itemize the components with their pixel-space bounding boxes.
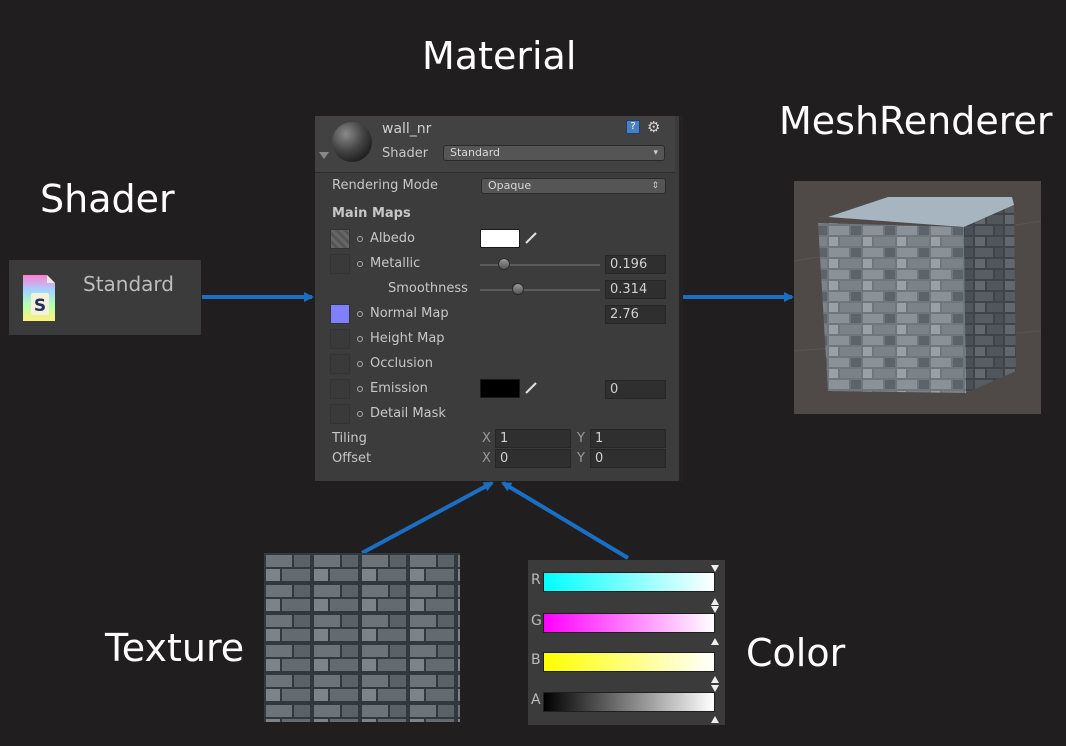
shader-file-icon: S (21, 273, 57, 323)
tiling-y-field[interactable]: 1 (590, 429, 666, 448)
slider-marker-icon[interactable] (711, 685, 719, 692)
material-preview-sphere (332, 122, 372, 162)
arrow-texture-to-material (361, 481, 494, 555)
offset-y-field[interactable]: 0 (590, 449, 666, 468)
shader-dropdown[interactable]: Standard ▾ (443, 145, 665, 161)
channel-g-label: G (531, 613, 542, 629)
rendering-mode-label: Rendering Mode (332, 178, 438, 193)
detail-mask-label: Detail Mask (370, 406, 446, 421)
object-picker-icon[interactable] (357, 361, 363, 367)
smoothness-value-field[interactable]: 0.314 (605, 280, 666, 299)
shader-asset-box[interactable]: S Standard (9, 260, 201, 335)
offset-x-field[interactable]: 0 (495, 449, 571, 468)
color-label: Color (746, 631, 846, 675)
material-name: wall_nr (382, 121, 432, 137)
main-maps-title: Main Maps (332, 206, 411, 221)
eyedropper-icon[interactable] (524, 231, 538, 245)
channel-g-slider[interactable] (543, 613, 715, 633)
metallic-slider-handle[interactable] (497, 258, 510, 270)
slider-marker-icon[interactable] (711, 716, 719, 723)
emission-color-swatch[interactable] (480, 379, 520, 398)
tiling-y-label: Y (577, 431, 585, 446)
shader-label: Shader (40, 177, 175, 221)
metallic-label: Metallic (370, 256, 421, 271)
height-map-label: Height Map (370, 331, 445, 346)
texture-label: Texture (105, 626, 245, 670)
smoothness-label: Smoothness (388, 281, 468, 296)
emission-texture-slot[interactable] (330, 379, 350, 399)
slider-marker-icon[interactable] (711, 598, 719, 605)
object-picker-icon[interactable] (357, 386, 363, 392)
emission-value-field[interactable]: 0 (605, 380, 666, 399)
help-icon[interactable]: ? (626, 120, 640, 134)
emission-label: Emission (370, 381, 428, 396)
normal-map-value-field[interactable]: 2.76 (605, 305, 666, 324)
object-picker-icon[interactable] (357, 411, 363, 417)
slider-marker-icon[interactable] (711, 638, 719, 645)
channel-r-slider[interactable] (543, 572, 715, 592)
albedo-color-swatch[interactable] (480, 229, 520, 248)
shader-name: Standard (83, 272, 174, 296)
metallic-value-field[interactable]: 0.196 (605, 255, 666, 274)
normal-map-label: Normal Map (370, 306, 449, 321)
color-channel-picker: R G B A (528, 560, 725, 725)
eyedropper-icon[interactable] (524, 381, 538, 395)
object-picker-icon[interactable] (357, 336, 363, 342)
object-picker-icon[interactable] (357, 311, 363, 317)
occlusion-label: Occlusion (370, 356, 433, 371)
stone-texture-image (264, 553, 460, 722)
slider-marker-icon[interactable] (711, 676, 719, 683)
object-picker-icon[interactable] (357, 261, 363, 267)
occlusion-texture-slot[interactable] (330, 354, 350, 374)
object-picker-icon[interactable] (357, 236, 363, 242)
albedo-texture-slot[interactable] (330, 229, 350, 249)
meshrenderer-label: MeshRenderer (779, 99, 1053, 143)
channel-b-label: B (531, 652, 541, 668)
meshrenderer-cube-preview (793, 181, 1042, 414)
rendering-mode-value: Opaque (488, 179, 532, 192)
dropdown-arrow-icon: ⇕ (651, 181, 659, 191)
offset-label: Offset (332, 451, 372, 466)
offset-y-label: Y (577, 451, 585, 466)
offset-x-label: X (482, 451, 491, 466)
channel-a-label: A (531, 692, 541, 708)
tiling-x-field[interactable]: 1 (495, 429, 571, 448)
slider-marker-icon[interactable] (711, 606, 719, 613)
tiling-label: Tiling (332, 431, 367, 446)
metallic-texture-slot[interactable] (330, 254, 350, 274)
albedo-label: Albedo (370, 231, 415, 246)
dropdown-arrow-icon: ▾ (653, 148, 658, 158)
height-map-texture-slot[interactable] (330, 329, 350, 349)
gear-icon[interactable]: ⚙ (647, 118, 660, 136)
shader-field-label: Shader (382, 146, 429, 161)
channel-b-slider[interactable] (543, 652, 715, 672)
channel-a-slider[interactable] (543, 692, 715, 712)
svg-text:S: S (34, 296, 46, 316)
slider-marker-icon[interactable] (711, 565, 719, 572)
tiling-x-label: X (482, 431, 491, 446)
smoothness-slider-handle[interactable] (511, 283, 524, 295)
detail-mask-texture-slot[interactable] (330, 404, 350, 424)
shader-dropdown-value: Standard (450, 146, 501, 159)
arrow-color-to-material (501, 481, 630, 560)
material-inspector: wall_nr Shader Standard ▾ ? ⚙ Rendering … (315, 116, 683, 481)
material-label: Material (422, 34, 577, 78)
normal-map-texture-slot[interactable] (330, 304, 350, 324)
foldout-icon[interactable] (319, 152, 329, 159)
material-header: wall_nr Shader Standard ▾ ? ⚙ (315, 116, 675, 173)
channel-r-label: R (531, 572, 541, 588)
rendering-mode-dropdown[interactable]: Opaque ⇕ (481, 178, 666, 194)
smoothness-slider-track[interactable] (480, 289, 600, 291)
